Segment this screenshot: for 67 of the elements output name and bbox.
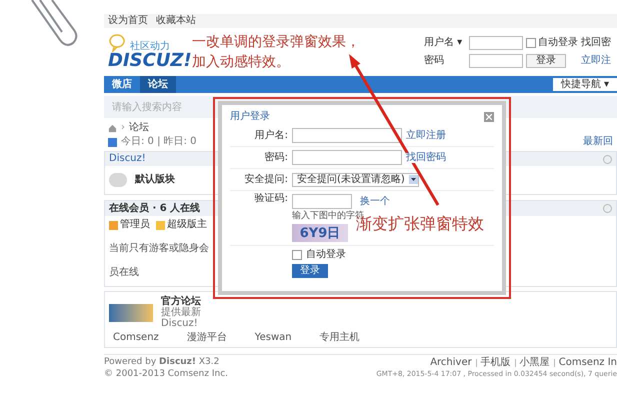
password-field[interactable] [469,54,523,68]
field-label: 验证码: [254,194,289,206]
breadcrumb-link[interactable]: 论坛 [129,123,149,133]
top-link[interactable]: 收藏本站 [156,16,196,26]
nav-tab[interactable]: 论坛 [140,76,176,93]
forum-stats: 今日: 0 | 昨日: 0 [121,137,197,147]
collapse-icon[interactable] [603,154,612,164]
captcha-field[interactable] [292,194,352,209]
stats-icon [108,138,117,146]
quick-nav-button[interactable]: 快捷导航 ▾ [552,78,617,91]
friend-link[interactable]: 专用主机 [320,333,360,343]
autologin-label: 自动登录 [538,38,578,48]
dropdown-icon [408,175,418,184]
breadcrumb-separator: › [121,123,125,133]
forum-icon [109,173,127,187]
forgot-password-link[interactable]: 找回密 [581,38,615,48]
speech-bubble-icon [108,34,126,52]
password-label: 密码 [424,56,445,66]
friend-link[interactable]: Yeswan [254,333,292,343]
footer-link[interactable]: 小黑屋 [520,358,550,368]
close-icon [486,114,492,120]
checkbox[interactable] [292,250,302,260]
dialog-title: 用户登录 [230,112,270,122]
field-label: 密码: [264,152,289,162]
register-link[interactable]: 立即注册 [406,130,446,140]
member-group-label: 管理员 [120,220,150,230]
username-field[interactable] [292,128,402,143]
collapse-icon[interactable] [603,204,612,213]
powered-by-text: Powered by Discuz! X3.2 [104,358,220,367]
online-note: 当前只有游客或隐身会员在线 [109,243,209,278]
member-group-label: 超级版主 [167,220,207,230]
forgot-password-link[interactable]: 找回密码 [406,152,446,162]
login-button[interactable]: 登录 [526,54,566,68]
featured-link-title[interactable]: 官方论坛 [161,296,221,307]
featured-link-description: 提供最新 Discuz! [161,307,202,329]
field-label: 安全提问: [244,174,289,184]
field-label: 用户名: [254,130,289,140]
captcha-image: 6Y9日 [292,224,348,242]
friend-link[interactable]: 漫游平台 [186,333,227,343]
register-link[interactable]: 立即注 [581,56,615,66]
remember-label: 自动登录 [306,250,346,260]
username-label: 用户名 ▾ [424,38,464,48]
copyright-text: © 2001-2013 Comsenz Inc. [104,370,228,379]
footer-link[interactable]: 手机版 [480,358,511,368]
online-members-title: 在线会员 · 6 人在线 [109,204,200,214]
logo-tagline: 社区动力 [130,42,170,52]
nav-tab[interactable]: 微店 [104,76,140,93]
forum-logo-banner [109,304,153,322]
search-field[interactable]: 请输入搜索内容 [112,100,212,114]
security-question-select[interactable]: 安全提问(未设置请忽略) [292,172,419,186]
username-field[interactable] [469,36,523,50]
annotation-text: 一改单调的登录弹窗效果， [192,33,361,52]
submit-button[interactable]: 登录 [292,264,328,278]
logo-wordmark: DISCUZ! [108,52,192,70]
footer-link[interactable]: Archiver [430,358,472,368]
refresh-captcha-link[interactable]: 换一个 [360,196,390,206]
password-field[interactable] [292,150,402,165]
latest-reply-link[interactable]: 最新回 [583,137,613,147]
friend-link[interactable]: Comsenz [113,333,159,343]
annotation-text: 加入动感特效。 [192,53,291,72]
category-title: Discuz! [109,154,146,164]
checkbox[interactable] [526,38,536,48]
close-button[interactable] [484,112,494,122]
forum-name[interactable]: 默认版块 [135,175,175,185]
home-icon[interactable] [108,124,117,132]
top-link[interactable]: 设为首页 [108,16,148,26]
footer-link[interactable]: Comsenz In [558,358,617,368]
